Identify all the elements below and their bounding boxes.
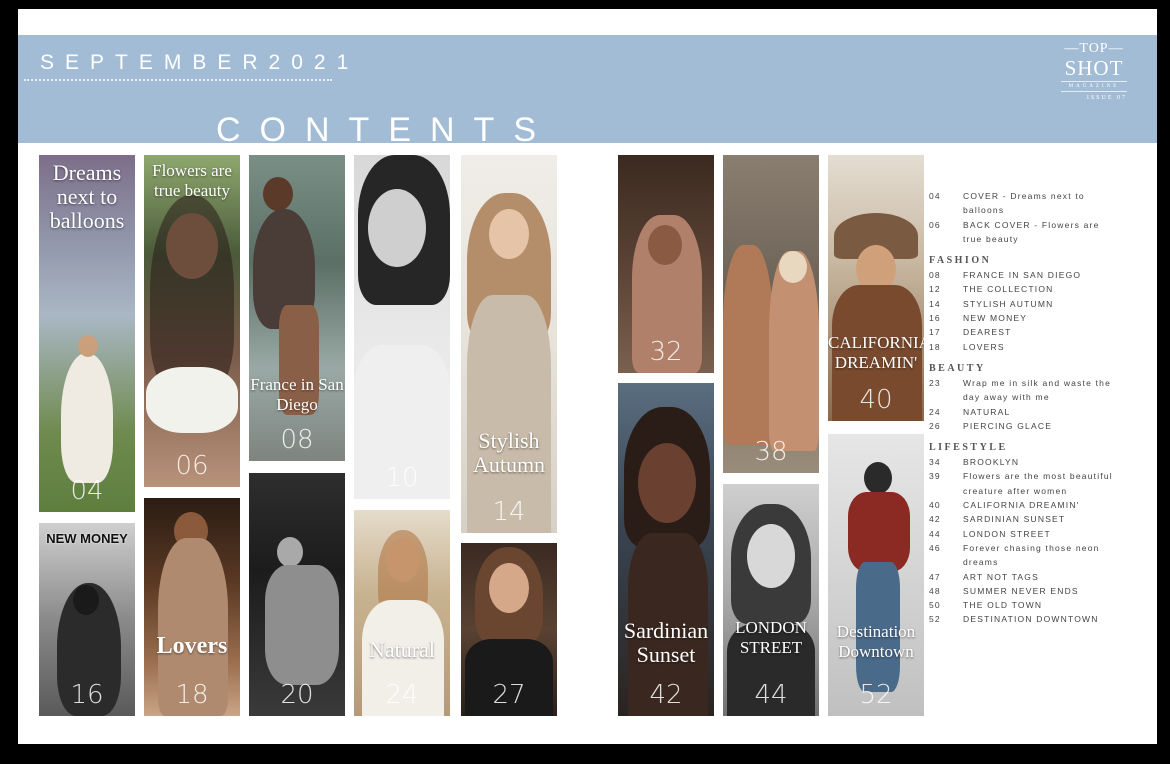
magazine-logo: —TOP— SHOT MAGAZINE ISSUE 07 <box>1061 41 1127 101</box>
toc-item: 14 STYLISH AUTUMN <box>929 298 1054 309</box>
photo-14: Stylish Autumn 14 <box>461 155 557 533</box>
toc-item: 17 DEAREST <box>929 327 1012 338</box>
page-number: 06 <box>175 451 209 481</box>
toc-item: 47 ART NOT TAGS <box>929 571 1039 582</box>
photo-52: Destination Downtown 52 <box>828 434 924 716</box>
page-title: CONTENTS <box>216 111 555 149</box>
photo-18: Lovers 18 <box>144 498 240 716</box>
page-number: 38 <box>754 437 788 467</box>
page-number: 44 <box>754 680 788 710</box>
toc-item: 44 LONDON STREET <box>929 528 1051 539</box>
caption: Dreams next to balloons <box>49 160 125 233</box>
caption: France in San Diego <box>250 375 344 414</box>
toc-item: 06 BACK COVER - Flowers are true beauty <box>929 219 1100 244</box>
page-number: 24 <box>385 680 419 710</box>
photo-42: Sardinian Sunset 42 <box>618 383 714 716</box>
caption: NEW MONEY <box>46 531 128 546</box>
toc-item: 50 THE OLD TOWN <box>929 600 1043 611</box>
toc-item: 18 LOVERS <box>929 341 1005 352</box>
photo-24: Natural 24 <box>354 510 450 716</box>
page-number: 16 <box>70 680 104 710</box>
photo-44: LONDON STREET 44 <box>723 484 819 716</box>
page-number: 10 <box>385 463 419 493</box>
caption: Sardinian Sunset <box>623 618 709 667</box>
photo-16: NEW MONEY 16 <box>39 523 135 716</box>
toc-item: 16 NEW MONEY <box>929 313 1028 324</box>
page-number: 40 <box>859 385 893 415</box>
page-number: 20 <box>280 680 314 710</box>
toc-item: 04 COVER - Dreams next to balloons <box>929 191 1085 216</box>
toc-item: 12 THE COLLECTION <box>929 284 1054 295</box>
page-number: 18 <box>175 680 209 710</box>
section-heading-lifestyle: LIFESTYLE <box>929 442 1008 454</box>
photo-08: France in San Diego 08 <box>249 155 345 461</box>
photo-38: 38 <box>723 155 819 473</box>
page-number: 32 <box>649 337 683 367</box>
photo-27: 27 <box>461 543 557 716</box>
toc-item: 24 NATURAL <box>929 406 1011 417</box>
toc-item: 40 CALIFORNIA DREAMIN' <box>929 500 1080 511</box>
page-number: 42 <box>649 680 683 710</box>
issue-date: SEPTEMBER2021 <box>40 51 360 74</box>
caption: Flowers are true beauty <box>152 161 232 200</box>
section-heading-beauty: BEAUTY <box>929 362 986 374</box>
photo-10: 10 <box>354 155 450 499</box>
toc-item: 26 PIERCING GLACE <box>929 420 1053 431</box>
page-number: 08 <box>280 425 314 455</box>
caption: LONDON STREET <box>735 618 807 657</box>
logo-main: SHOT <box>1064 56 1124 80</box>
toc-item: 39 Flowers are the most beautiful creatur… <box>929 471 1113 496</box>
photo-32: 32 <box>618 155 714 373</box>
toc-item: 34 BROOKLYN <box>929 457 1020 468</box>
toc-item: 08 FRANCE IN SAN DIEGO <box>929 270 1082 281</box>
logo-top: —TOP— <box>1064 41 1124 56</box>
section-heading-fashion: FASHION <box>929 255 992 267</box>
logo-sub: MAGAZINE <box>1061 81 1127 92</box>
photo-40: CALIFORNIA DREAMIN' 40 <box>828 155 924 421</box>
logo-issue: ISSUE 07 <box>1086 95 1127 101</box>
page-number: 04 <box>70 476 104 506</box>
photo-06: Flowers are true beauty 06 <box>144 155 240 487</box>
toc-item: 23 Wrap me in silk and waste the day away… <box>929 377 1112 403</box>
caption: CALIFORNIA DREAMIN' <box>828 333 924 372</box>
caption: Destination Downtown <box>836 622 916 661</box>
dotted-divider <box>24 79 332 81</box>
toc-item: 52 DESTINATION DOWNTOWN <box>929 614 1099 625</box>
page-number: 52 <box>859 680 893 710</box>
caption: Stylish Autumn <box>472 428 546 477</box>
toc-item: 46 Forever chasing those neon dreams <box>929 542 1100 568</box>
photo-20: 20 <box>249 473 345 716</box>
page-number: 14 <box>492 497 526 527</box>
caption: Natural <box>369 637 435 662</box>
toc-item: 42 SARDINIAN SUNSET <box>929 514 1066 525</box>
photo-04: Dreams next to balloons 04 <box>39 155 135 512</box>
table-of-contents: 04 COVER - Dreams next to balloons 06 BACK… <box>929 189 1119 627</box>
page-number: 27 <box>492 680 526 710</box>
header-band: SEPTEMBER2021 —TOP— SHOT MAGAZINE ISSUE … <box>18 35 1157 143</box>
caption: Lovers <box>156 633 228 659</box>
toc-item: 48 SUMMER NEVER ENDS <box>929 585 1079 596</box>
